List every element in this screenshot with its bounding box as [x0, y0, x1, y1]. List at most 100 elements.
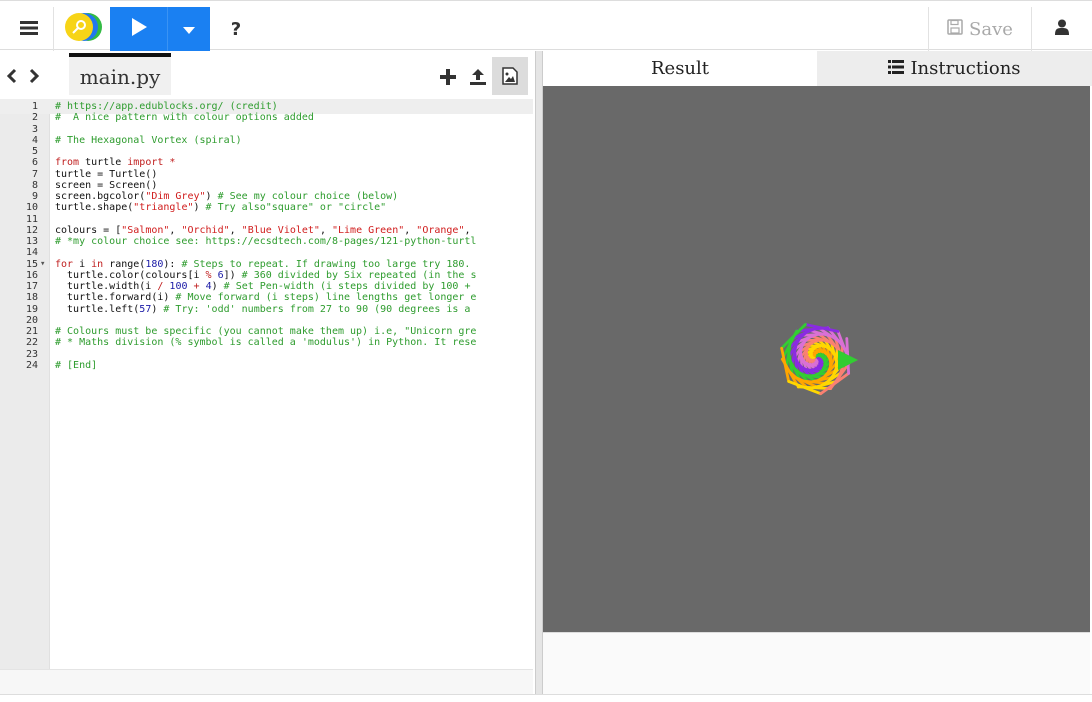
code-line: 4 # The Hexagonal Vortex (spiral) — [0, 135, 533, 146]
run-options-dropdown[interactable] — [167, 7, 210, 51]
line-number: 10 — [25, 202, 38, 214]
code-line: 19 turtle.left(57) # Try: 'odd' numbers … — [0, 304, 533, 315]
image-icon — [502, 67, 518, 85]
code-line: 12 colours = ["Salmon", "Orchid", "Blue V… — [0, 225, 533, 236]
code-text: turtle.color(colours[i % 6]) # 360 divid… — [55, 269, 477, 281]
output-pane: Result Instructions — [543, 51, 1092, 694]
code-line: 7 turtle = Turtle() — [0, 169, 533, 180]
code-text: # *my colour choice see: https://ecsdtec… — [55, 236, 477, 247]
line-number: 9 — [31, 191, 38, 202]
add-file-button[interactable] — [436, 65, 460, 89]
code-line: 5 — [0, 146, 533, 157]
file-tab-main-py[interactable]: main.py — [69, 53, 171, 95]
code-text: # The Hexagonal Vortex (spiral) — [55, 134, 242, 146]
code-text: screen.bgcolor("Dim Grey") # See my colo… — [55, 191, 399, 202]
line-number: 6 — [31, 157, 38, 169]
code-text: # https://app.edublocks.org/ (credit) — [55, 101, 278, 112]
line-number: 4 — [31, 134, 38, 146]
trinket-logo-button[interactable] — [56, 7, 110, 51]
code-line: 16 turtle.color(colours[i % 6]) # 360 di… — [0, 270, 533, 281]
code-text: turtle.width(i / 100 + 4) # Set Pen-widt… — [55, 281, 471, 292]
line-number: 3 — [31, 123, 38, 135]
trinket-logo-icon — [62, 11, 104, 47]
code-line: 23 — [0, 349, 533, 360]
code-text: turtle.forward(i) # Move forward (i step… — [55, 292, 477, 304]
code-text: turtle = Turtle() — [55, 168, 158, 180]
line-number: 20 — [25, 314, 38, 326]
code-text: # Colours must be specific (you cannot m… — [55, 326, 477, 337]
code-line: 18 turtle.forward(i) # Move forward (i s… — [0, 292, 533, 303]
editor-footer — [0, 669, 533, 694]
code-text: # * Maths division (% symbol is called a… — [55, 337, 477, 349]
floppy-disk-icon — [947, 18, 963, 40]
code-line: 2 # A nice pattern with colour options ad… — [0, 112, 533, 123]
code-line: 10 turtle.shape("triangle") # Try also"sq… — [0, 202, 533, 213]
tab-result-label: Result — [650, 58, 710, 79]
code-line: 15 ▾ for i in range(180): # Steps to repea… — [0, 259, 533, 270]
fold-toggle-icon[interactable]: ▾ — [40, 259, 45, 270]
code-editor-pane: main.py 1 # https://app.edublocks.org/ (c… — [0, 51, 535, 694]
line-number: 19 — [25, 303, 38, 315]
turtle-canvas — [543, 86, 1090, 632]
code-line: 22 # * Maths division (% symbol is called… — [0, 337, 533, 348]
tab-instructions[interactable]: Instructions — [817, 51, 1092, 86]
caret-down-icon — [183, 20, 195, 39]
bottom-strip — [0, 694, 1092, 702]
code-line: 17 turtle.width(i / 100 + 4) # Set Pen-w… — [0, 281, 533, 292]
code-text: turtle.shape("triangle") # Try also"squa… — [55, 202, 387, 214]
menu-button[interactable] — [4, 7, 54, 51]
plus-icon — [440, 69, 456, 85]
hamburger-menu-icon — [19, 17, 38, 42]
code-line: 1 # https://app.edublocks.org/ (credit) — [0, 101, 533, 112]
code-line: 3 — [0, 124, 533, 135]
pane-splitter[interactable] — [535, 51, 543, 694]
code-editor[interactable]: 1 # https://app.edublocks.org/ (credit) 2 #… — [0, 99, 533, 669]
line-number: 18 — [25, 292, 38, 304]
code-text: colours = ["Salmon", "Orchid", "Blue Vio… — [55, 224, 471, 236]
code-line: 6 from turtle import * — [0, 157, 533, 168]
user-icon — [1055, 19, 1069, 39]
line-number: 1 — [31, 101, 38, 112]
line-number: 22 — [25, 337, 38, 349]
line-number: 15 — [25, 258, 38, 270]
file-navigation-arrows[interactable] — [6, 65, 42, 89]
line-number: 7 — [31, 168, 38, 180]
code-line: 24 # [End] — [0, 360, 533, 371]
run-button[interactable] — [110, 7, 167, 51]
play-icon — [130, 17, 148, 41]
code-text: turtle.left(57) # Try: 'odd' numbers fro… — [55, 303, 471, 315]
line-number: 5 — [31, 146, 38, 157]
save-button[interactable]: Save — [928, 7, 1032, 51]
line-number: 13 — [25, 236, 38, 247]
line-number: 16 — [25, 269, 38, 281]
code-line: 20 — [0, 315, 533, 326]
tab-result[interactable]: Result — [543, 51, 817, 86]
code-line: 13 # *my colour choice see: https://ecsdt… — [0, 236, 533, 247]
list-icon — [888, 58, 905, 79]
code-line: 8 screen = Screen() — [0, 180, 533, 191]
code-line: 14 — [0, 247, 533, 258]
code-text: for i in range(180): # Steps to repeat. … — [55, 258, 471, 270]
line-number: 17 — [25, 281, 38, 292]
upload-button[interactable] — [466, 65, 490, 89]
output-footer — [543, 632, 1090, 694]
code-text: # A nice pattern with colour options add… — [55, 112, 314, 124]
line-number: 24 — [25, 359, 38, 371]
line-number: 23 — [25, 348, 38, 360]
code-line: 9 screen.bgcolor("Dim Grey") # See my col… — [0, 191, 533, 202]
code-text: from turtle import * — [55, 157, 176, 169]
code-line: 11 — [0, 214, 533, 225]
line-number: 8 — [31, 179, 38, 191]
image-library-button[interactable] — [492, 57, 528, 95]
code-text: screen = Screen() — [55, 179, 158, 191]
turtle-drawing — [780, 323, 858, 396]
save-label: Save — [969, 18, 1013, 40]
upload-icon — [470, 69, 486, 85]
line-number: 21 — [25, 326, 38, 337]
code-text: # [End] — [55, 359, 98, 371]
line-number: 11 — [25, 213, 38, 225]
chevron-left-right-icon — [6, 68, 40, 84]
user-account-button[interactable] — [1034, 7, 1090, 51]
help-button[interactable]: ? — [216, 7, 256, 51]
tab-instructions-label: Instructions — [910, 58, 1021, 79]
